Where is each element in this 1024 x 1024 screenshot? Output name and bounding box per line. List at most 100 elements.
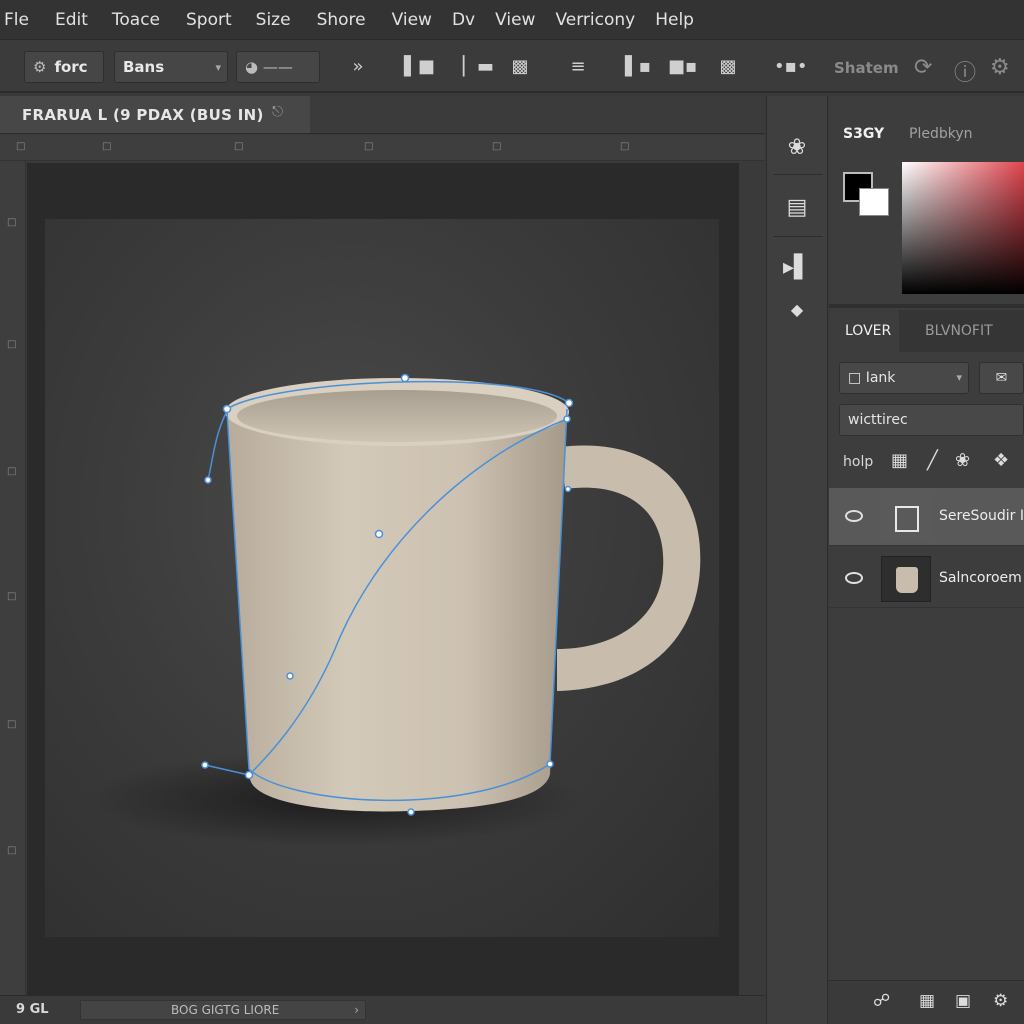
layer-filter-input[interactable]: wicttirec [839, 404, 1024, 436]
align-middle-icon[interactable]: ■▪ [668, 55, 697, 79]
document-title: FRARUA L (9 PDAX (BUS IN) [22, 106, 264, 124]
ruler-tick: □ [16, 141, 26, 152]
lock-brush-icon[interactable]: ╱ [927, 450, 938, 471]
mask-icon[interactable]: ▣ [955, 991, 971, 1011]
settings-icon[interactable]: ⚙ [990, 55, 1010, 80]
distribute-icon[interactable]: ≡ [564, 55, 592, 79]
layer-filter-value: wicttirec [848, 412, 908, 428]
document-tab[interactable]: FRARUA L (9 PDAX (BUS IN) ⎋ [0, 96, 310, 134]
visibility-eye-icon[interactable] [845, 510, 863, 522]
preset-label: forc [54, 58, 88, 76]
refresh-icon[interactable]: ⟳ [914, 55, 932, 80]
menu-bar: Fle Edit Toace Sport Size Shore View Dv … [0, 0, 1024, 40]
blend-mode-dropdown[interactable]: □ Iank ▾ [839, 362, 969, 394]
panel-icon-strip: ❀ ▤ ▸▌ ◆ [766, 96, 828, 1024]
ruler-tick: □ [364, 141, 374, 152]
brush-icon[interactable]: ❀ [781, 132, 813, 164]
ruler-tick: □ [7, 591, 17, 602]
ruler-tick: □ [620, 141, 630, 152]
horizontal-ruler: □ □ □ □ □ □ [0, 135, 765, 161]
canvas-image[interactable] [45, 219, 719, 937]
link-icon[interactable]: ☍ [873, 991, 890, 1011]
tab-layers[interactable]: LOVER [829, 310, 899, 352]
lock-all-icon[interactable]: ❖ [993, 450, 1009, 471]
blend-mode-icon: □ [848, 370, 866, 386]
align-bottom-icon[interactable]: ▩ [714, 55, 742, 79]
status-bar: 9 GL BOG GIGTG LIORE › [0, 995, 765, 1024]
ruler-tick: □ [7, 845, 17, 856]
document-info-text: BOG GIGTG LIORE [171, 1003, 280, 1017]
lock-position-icon[interactable]: ❀ [955, 450, 970, 471]
menu-size[interactable]: Size [256, 10, 291, 30]
lock-label: holp [843, 454, 874, 470]
align-right-icon[interactable]: ▩ [506, 55, 534, 79]
zoom-level[interactable]: 9 GL [16, 1002, 49, 1017]
chevron-down-icon: ▾ [956, 371, 962, 384]
history-icon[interactable]: ▤ [781, 192, 813, 224]
mail-icon[interactable]: ✉ [979, 362, 1024, 394]
tab-bar [310, 96, 765, 134]
blend-mode-label: Iank [865, 370, 896, 386]
sample-icon: ◕ —— [245, 58, 293, 76]
layer-row[interactable]: Salncoroem [829, 550, 1024, 608]
color-picker-field[interactable] [902, 162, 1024, 294]
tab-color[interactable]: S3GY [843, 126, 884, 142]
menu-help[interactable]: Help [655, 10, 694, 30]
chevron-right-icon: › [354, 1003, 359, 1017]
menu-view-2[interactable]: View [495, 10, 535, 30]
layer-thumbnail [881, 494, 931, 540]
move-icon[interactable]: » [344, 55, 372, 79]
mode-label: Bans [123, 58, 165, 76]
close-tab-icon[interactable]: ⎋ [272, 104, 298, 124]
menu-version[interactable]: Verricony [555, 10, 635, 30]
vertical-ruler: □ □ □ □ □ □ [0, 161, 26, 996]
layer-row[interactable]: SereSoudir I [829, 488, 1024, 546]
ruler-tick: □ [7, 719, 17, 730]
tab-channels[interactable]: BLVNOFIT [925, 310, 993, 352]
align-top-icon[interactable]: ▌▪ [624, 55, 652, 79]
ruler-tick: □ [234, 141, 244, 152]
new-layer-icon[interactable]: ⚙ [993, 991, 1008, 1011]
options-bar: ⚙ forc Bans ▾ ◕ —— » ▌■ ▏▬ ▩ ≡ ▌▪ ■▪ ▩ •… [0, 41, 1024, 93]
info-icon[interactable]: ⓘ [954, 55, 976, 87]
ruler-tick: □ [7, 339, 17, 350]
layer-name: Salncoroem [939, 570, 1022, 586]
more-icon[interactable]: •▪• [774, 55, 807, 79]
menu-shore[interactable]: Shore [317, 10, 366, 30]
panel-divider [829, 304, 1024, 308]
layer-thumbnail [881, 556, 931, 602]
chevron-down-icon: ▾ [215, 60, 221, 74]
play-icon[interactable]: ▸▌ [781, 252, 813, 284]
menu-sport[interactable]: Sport [186, 10, 232, 30]
layers-footer: ☍ ▦ ▣ ⚙ [829, 980, 1024, 1024]
menu-file[interactable]: Fle [4, 10, 29, 30]
divider [773, 236, 823, 237]
sample-dropdown[interactable]: ◕ —— [236, 51, 320, 83]
menu-image[interactable]: Toace [112, 10, 160, 30]
right-panels: S3GY Pledbkyn LOVER BLVNOFIT □ Iank ▾ ✉ … [829, 96, 1024, 1024]
menu-edit[interactable]: Edit [55, 10, 88, 30]
ruler-tick: □ [102, 141, 112, 152]
ruler-tick: □ [492, 141, 502, 152]
layers-panel-tabs: LOVER BLVNOFIT [829, 310, 1024, 352]
mug-photo [85, 373, 701, 847]
color-panel-tabs: S3GY Pledbkyn [829, 114, 1024, 154]
menu-view[interactable]: View [392, 10, 432, 30]
mode-dropdown[interactable]: Bans ▾ [114, 51, 228, 83]
workspace-label[interactable]: Shatem [834, 59, 899, 77]
document-info[interactable]: BOG GIGTG LIORE › [80, 1000, 366, 1020]
tool-preset-icon: ⚙ [33, 58, 47, 76]
align-left-icon[interactable]: ▌■ [404, 55, 435, 79]
divider [773, 174, 823, 175]
tab-swatches[interactable]: Pledbkyn [909, 126, 973, 142]
fx-icon[interactable]: ▦ [919, 991, 935, 1011]
visibility-eye-icon[interactable] [845, 572, 863, 584]
align-center-icon[interactable]: ▏▬ [463, 55, 494, 79]
menu-dv[interactable]: Dv [452, 10, 475, 30]
preset-picker[interactable]: ⚙ forc [24, 51, 104, 83]
ruler-tick: □ [7, 217, 17, 228]
ruler-tick: □ [7, 466, 17, 477]
info-panel-icon[interactable]: ◆ [781, 294, 813, 326]
background-color-swatch[interactable] [859, 188, 889, 216]
lock-pixels-icon[interactable]: ▦ [891, 450, 908, 471]
